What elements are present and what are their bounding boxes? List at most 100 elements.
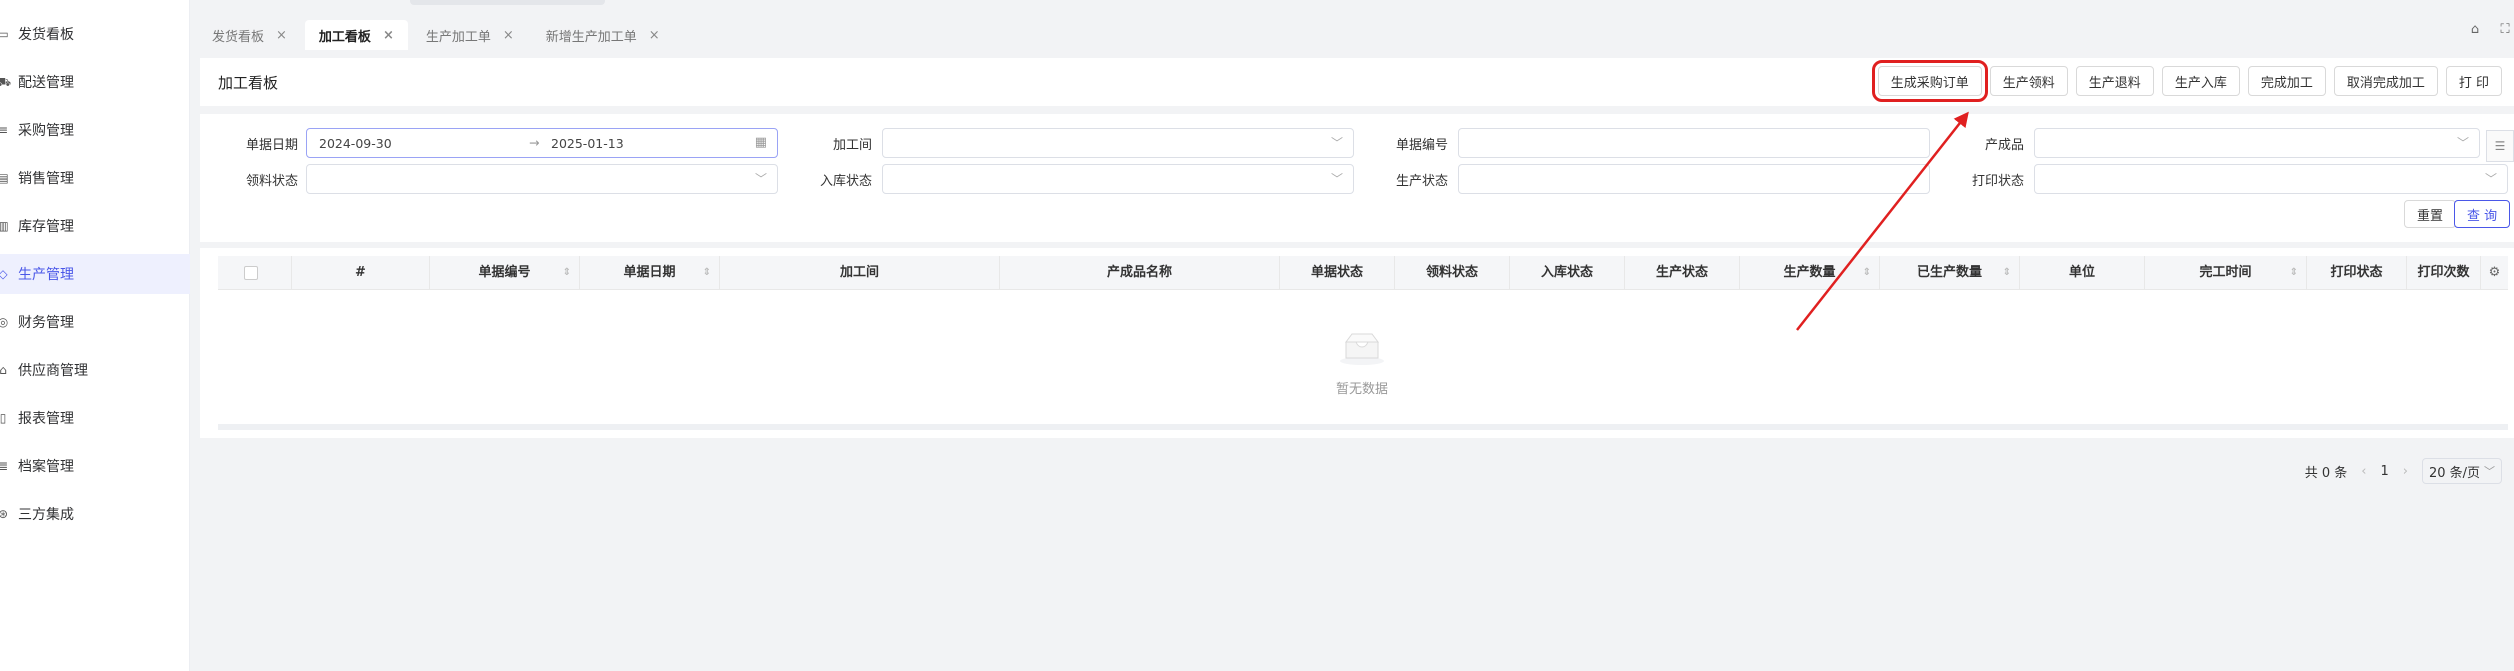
top-bar-handle [410, 0, 605, 5]
col-doc-no[interactable]: 单据编号 ⇕ [430, 256, 580, 290]
col-print-count: 打印次数 [2407, 256, 2481, 290]
tab-label: 生产加工单 [425, 29, 491, 45]
date-end-value[interactable]: 2025-01-13 [551, 136, 624, 151]
truck-icon: ⛟ [0, 75, 12, 89]
sidebar-item-finance[interactable]: ◎ 财务管理 [0, 302, 190, 342]
sidebar-item-label: 档案管理 [18, 459, 74, 475]
sidebar-item-label: 销售管理 [18, 171, 74, 187]
tab-new-production-order[interactable]: 新增生产加工单 × [531, 20, 674, 50]
sidebar-item-delivery[interactable]: ⛟ 配送管理 [0, 62, 190, 102]
tab-production-order[interactable]: 生产加工单 × [411, 20, 528, 50]
fullscreen-icon[interactable]: ⛶ [2496, 22, 2514, 37]
close-icon[interactable]: × [649, 28, 660, 43]
query-button[interactable]: 查 询 [2454, 200, 2511, 228]
production-stock-in-button[interactable]: 生产入库 [2161, 66, 2240, 96]
sidebar-item-integration[interactable]: ⊛ 三方集成 [0, 494, 190, 534]
stock-in-status-select[interactable]: ﹀ [882, 164, 1354, 194]
sort-icon[interactable]: ⇕ [2290, 256, 2298, 290]
product-select[interactable]: ﹀ [2034, 128, 2480, 158]
sidebar-item-inventory[interactable]: ▥ 库存管理 [0, 206, 190, 246]
sidebar-item-purchase[interactable]: ≡ 采购管理 [0, 110, 190, 150]
col-finish-time[interactable]: 完工时间 ⇕ [2145, 256, 2307, 290]
select-all-checkbox[interactable] [244, 266, 258, 280]
sidebar-item-label: 发货看板 [18, 27, 74, 43]
date-separator: → [529, 135, 540, 150]
sales-icon: ▤ [0, 171, 9, 185]
select-all-cell [218, 256, 292, 290]
close-icon[interactable]: × [503, 28, 514, 43]
page-title: 加工看板 [218, 74, 279, 92]
sidebar-item-report[interactable]: ▯ 报表管理 [0, 398, 190, 438]
chevron-down-icon: ﹀ [2484, 465, 2495, 478]
col-produced-qty[interactable]: 已生产数量 ⇕ [1880, 256, 2020, 290]
pagination: 共 0 条 ‹ 1 › 20 条/页 ﹀ [2305, 458, 2502, 484]
sidebar-item-archive[interactable]: ≣ 档案管理 [0, 446, 190, 486]
col-product-name: 产成品名称 [1000, 256, 1280, 290]
stock-in-status-label: 入库状态 [819, 174, 872, 189]
page-size-select[interactable]: 20 条/页 ﹀ [2421, 458, 2502, 484]
print-button[interactable]: 打 印 [2445, 66, 2502, 96]
tab-label: 加工看板 [318, 29, 371, 45]
sort-icon[interactable]: ⇕ [1863, 256, 1871, 290]
prev-page-icon[interactable]: ‹ [2361, 464, 2366, 479]
sidebar-item-label: 库存管理 [18, 219, 74, 235]
chevron-down-icon: ﹀ [2456, 136, 2469, 150]
action-toolbar: 生成采购订单 生产领料 生产退料 生产入库 完成加工 取消完成加工 打 印 [1871, 60, 2502, 102]
next-page-icon[interactable]: › [2403, 464, 2408, 479]
sidebar-item-label: 采购管理 [18, 123, 74, 139]
col-label: 完工时间 [2199, 265, 2252, 280]
sidebar-item-supplier[interactable]: ⌂ 供应商管理 [0, 350, 190, 390]
print-status-select[interactable]: ﹀ [2034, 164, 2508, 194]
tab-bar: 发货看板 × 加工看板 × 生产加工单 × 新增生产加工单 × [198, 18, 674, 52]
col-label: 已生产数量 [1916, 265, 1982, 280]
prod-status-select[interactable] [1458, 164, 1930, 194]
date-start-value[interactable]: 2024-09-30 [319, 136, 392, 151]
col-print-status: 打印状态 [2307, 256, 2407, 290]
pick-status-select[interactable]: ﹀ [306, 164, 778, 194]
col-doc-status: 单据状态 [1280, 256, 1395, 290]
top-bar [190, 0, 2514, 16]
monitor-icon: ▭ [0, 27, 9, 41]
current-page[interactable]: 1 [2380, 464, 2388, 479]
tab-shipping-board[interactable]: 发货看板 × [198, 20, 301, 50]
empty-text: 暂无数据 [1335, 382, 1388, 397]
col-label: 单据编号 [478, 265, 531, 280]
cart-icon: ≡ [0, 123, 9, 137]
col-doc-date[interactable]: 单据日期 ⇕ [580, 256, 720, 290]
generate-purchase-order-button[interactable]: 生成采购订单 [1871, 60, 1988, 102]
sidebar-item-shipping-board[interactable]: ▭ 发货看板 [0, 14, 190, 54]
chevron-down-icon: ﹀ [754, 172, 767, 186]
filter-settings-icon[interactable]: ☰ [2486, 130, 2514, 162]
warehouse-icon: ▥ [0, 219, 9, 233]
finance-icon: ◎ [0, 315, 9, 329]
data-table: # 单据编号 ⇕ 单据日期 ⇕ 加工间 产成品名称 单据状态 领料状态 入库状态 生… [200, 248, 2514, 438]
home-icon[interactable]: ⌂ [2466, 22, 2484, 37]
close-icon[interactable]: × [276, 28, 287, 43]
col-stock-in-status: 入库状态 [1510, 256, 1625, 290]
sort-icon[interactable]: ⇕ [2003, 256, 2011, 290]
complete-processing-button[interactable]: 完成加工 [2247, 66, 2326, 96]
tab-processing-board[interactable]: 加工看板 × [304, 20, 408, 50]
col-prod-qty[interactable]: 生产数量 ⇕ [1740, 256, 1880, 290]
sidebar-item-sales[interactable]: ▤ 销售管理 [0, 158, 190, 198]
workshop-select[interactable]: ﹀ [882, 128, 1354, 158]
production-pick-button[interactable]: 生产领料 [1989, 66, 2068, 96]
empty-box-icon [1340, 333, 1384, 365]
sort-icon[interactable]: ⇕ [563, 256, 571, 290]
doc-no-input[interactable] [1458, 128, 1930, 158]
column-settings-icon[interactable]: ⚙ [2481, 256, 2508, 290]
prod-status-label: 生产状态 [1395, 174, 1448, 189]
production-return-button[interactable]: 生产退料 [2075, 66, 2154, 96]
sort-icon[interactable]: ⇕ [703, 256, 711, 290]
sidebar-item-production[interactable]: ◇ 生产管理 [0, 254, 190, 294]
archive-icon: ≣ [0, 459, 9, 473]
sidebar-item-label: 供应商管理 [18, 363, 88, 379]
sidebar-item-label: 生产管理 [18, 267, 74, 283]
col-label: 单据日期 [623, 265, 676, 280]
page-header: 加工看板 生成采购订单 生产领料 生产退料 生产入库 完成加工 取消完成加工 打… [200, 58, 2514, 106]
close-icon[interactable]: × [383, 28, 394, 43]
doc-date-range-picker[interactable]: 2024-09-30 → 2025-01-13 ▦ [306, 128, 778, 158]
reset-button[interactable]: 重置 [2404, 200, 2457, 228]
col-workshop: 加工间 [720, 256, 1000, 290]
cancel-complete-button[interactable]: 取消完成加工 [2333, 66, 2438, 96]
